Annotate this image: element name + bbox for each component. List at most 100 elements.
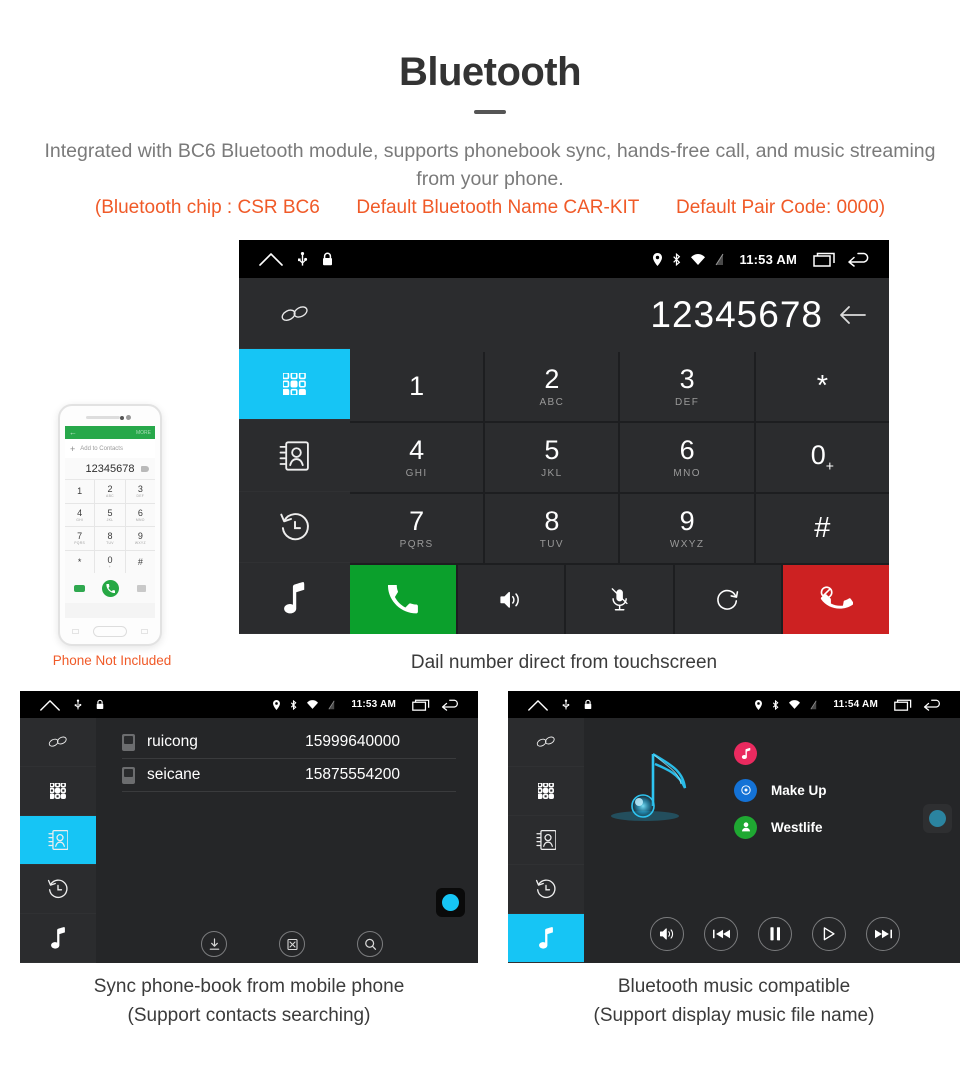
home-icon[interactable] [259,252,283,266]
key-letters: PQRS [399,538,434,550]
sidebar-item-music[interactable] [239,562,350,634]
unit-sidebar[interactable] [20,718,96,963]
sidebar-item-connect[interactable] [239,278,350,350]
back-icon[interactable] [847,252,871,267]
contact-name: ruicong [147,733,198,750]
recents-icon[interactable] [813,252,837,267]
fab-dot-icon [929,810,946,827]
phonebook-fab-button[interactable] [436,888,465,917]
sidebar-item-connect[interactable] [20,718,96,767]
phone-key-1[interactable]: 1 [65,480,95,503]
back-icon[interactable] [441,699,460,711]
phone-key-3[interactable]: 3 DEF [125,480,155,503]
sidebar-item-dialpad[interactable] [20,767,96,816]
music-transport-controls[interactable] [584,917,960,951]
spec-chip: (Bluetooth chip : CSR BC6 [94,197,320,218]
keypad-key-8[interactable]: 8 TUV [485,494,619,563]
sidebar-item-dialpad[interactable] [508,767,584,816]
sidebar-item-contacts[interactable] [20,816,96,865]
phonebook-toolbar[interactable] [96,931,478,957]
keypad-key-1[interactable]: 1 [350,352,484,421]
hangup-button[interactable] [782,565,889,634]
phone-key-7[interactable]: 7 PQRS [65,527,95,550]
signal-icon [715,253,724,266]
contact-list[interactable]: ruicong 15999640000 seicane 15875554200 [96,718,478,792]
keypad-key-4[interactable]: 4 GHI [350,423,484,492]
phone-key-0[interactable]: 0 + [95,550,125,573]
call-button[interactable] [350,565,457,634]
sidebar-item-contacts[interactable] [239,420,350,492]
phone-backspace-icon[interactable] [141,465,149,472]
unit-body: My Love Make Up Westlife [508,718,960,963]
contact-row[interactable]: seicane 15875554200 [122,759,456,792]
phone-video-call-icon[interactable] [73,584,85,592]
phone-home-key[interactable] [93,626,127,637]
phone-key-star[interactable]: * [65,550,95,573]
keypad-key-6[interactable]: 6 MNO [620,423,754,492]
usb-icon [74,699,82,711]
music-fab-button[interactable] [923,804,952,833]
sidebar-item-music[interactable] [508,914,584,963]
mute-button[interactable] [566,565,673,634]
phone-key-8[interactable]: 8 TUV [95,527,125,550]
sidebar-item-music[interactable] [20,914,96,963]
phone-more-button[interactable]: MORE [136,430,151,436]
phone-key-6[interactable]: 6 MNO [125,503,155,526]
delete-phonebook-button[interactable] [279,931,305,957]
keypad-key-star[interactable]: * [755,352,889,421]
back-icon[interactable] [923,699,942,711]
pause-button[interactable] [758,917,792,951]
recents-icon[interactable] [894,699,913,711]
sidebar-item-call-history[interactable] [239,491,350,563]
sidebar-item-connect[interactable] [508,718,584,767]
plus-icon: + [70,443,76,454]
transfer-button[interactable] [674,565,781,634]
backspace-arrow-icon[interactable] [837,304,867,326]
keypad-key-0[interactable]: 0+ [755,423,889,492]
phone-recents-key[interactable] [72,629,79,634]
phone-key-9[interactable]: 9 WXYZ [125,527,155,550]
contact-row[interactable]: ruicong 15999640000 [122,726,456,759]
phone-keypad[interactable]: 1 2 ABC 3 DEF 4 GHI 5 JKL 6 MNO 7 PQRS 8 TUV 9 WXYZ * 0 + # [65,480,155,573]
phone-keyboard-icon[interactable] [137,584,147,592]
volume-button[interactable] [650,917,684,951]
keypad-key-5[interactable]: 5 JKL [485,423,619,492]
unit-sidebar[interactable] [508,718,584,963]
keypad-key-hash[interactable]: # [755,494,889,563]
phone-back-icon[interactable]: ← [69,428,77,437]
sidebar-item-contacts[interactable] [508,816,584,865]
phone-call-button[interactable] [102,579,120,597]
phone-back-key[interactable] [141,629,148,634]
home-icon[interactable] [40,699,60,711]
download-phonebook-button[interactable] [201,931,227,957]
sidebar-item-dialpad[interactable] [239,349,350,421]
phone-key-4[interactable]: 4 GHI [65,503,95,526]
recents-icon[interactable] [412,699,431,711]
key-digit: 4 [409,434,425,465]
previous-button[interactable] [704,917,738,951]
keypad-key-2[interactable]: 2 ABC [485,352,619,421]
spec-name: Default Bluetooth Name CAR-KIT [356,197,640,218]
phone-key-hash[interactable]: # [125,550,155,573]
phone-add-contact-row[interactable]: + Add to Contacts [65,439,155,458]
phone-add-contact-label: Add to Contacts [80,445,123,452]
contacts-icon [535,829,557,851]
keypad-key-3[interactable]: 3 DEF [620,352,754,421]
unit-sidebar[interactable] [239,278,350,634]
dialer-keypad[interactable]: 1 2 ABC 3 DEF * 4 GHI 5 JKL 6 MNO 0+ 7 PQRS 8 TUV 9 WXYZ # [350,352,889,634]
sidebar-item-call-history[interactable] [508,865,584,914]
dialpad-icon [50,783,66,799]
speaker-button[interactable] [458,565,565,634]
sidebar-item-call-history[interactable] [20,865,96,914]
phone-key-5[interactable]: 5 JKL [95,503,125,526]
next-button[interactable] [866,917,900,951]
location-icon [755,699,763,710]
search-contacts-button[interactable] [357,931,383,957]
phonebook-content: ruicong 15999640000 seicane 15875554200 [96,718,478,963]
phone-camera-icon [126,415,131,420]
play-button[interactable] [812,917,846,951]
keypad-key-9[interactable]: 9 WXYZ [620,494,754,563]
keypad-key-7[interactable]: 7 PQRS [350,494,484,563]
home-icon[interactable] [528,699,548,711]
phone-key-2[interactable]: 2 ABC [95,480,125,503]
